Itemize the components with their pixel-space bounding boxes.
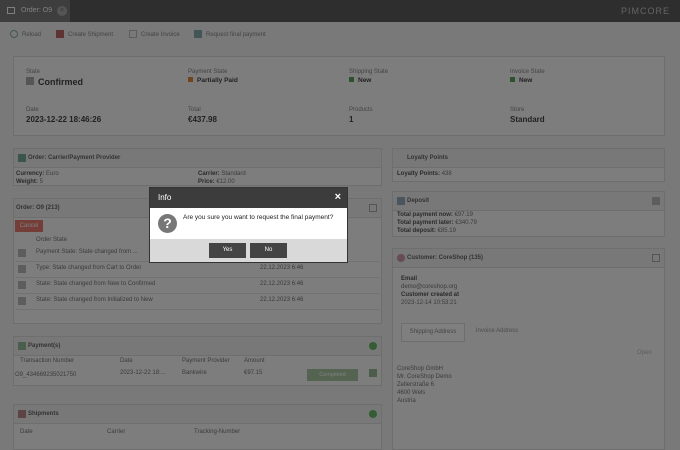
close-icon[interactable]: ×: [335, 191, 341, 203]
dialog-message: Are you sure you want to request the fin…: [183, 214, 334, 221]
confirm-dialog: Info × ? Are you sure you want to reques…: [149, 187, 348, 263]
question-icon: ?: [158, 214, 177, 233]
dialog-title: Info: [158, 193, 172, 202]
no-button[interactable]: No: [250, 243, 287, 258]
dialog-footer: [150, 239, 347, 262]
yes-button[interactable]: Yes: [209, 243, 246, 258]
dialog-header: Info ×: [150, 188, 347, 208]
